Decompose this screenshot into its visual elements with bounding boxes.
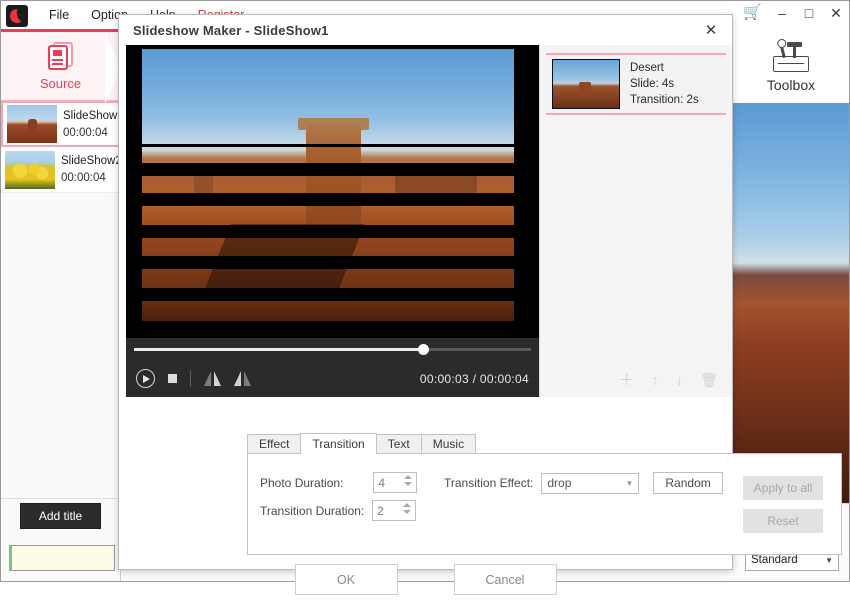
- seek-bar-row[interactable]: [126, 338, 539, 360]
- media-item-duration: 00:00:04: [63, 127, 124, 139]
- ok-button[interactable]: OK: [295, 564, 398, 595]
- media-thumbnail: [5, 151, 55, 189]
- apply-to-all-button[interactable]: Apply to all: [743, 476, 823, 500]
- add-icon[interactable]: ＋: [619, 373, 634, 388]
- sidebar: Source SlideShow1 00:00:04 SlideShow2 00…: [1, 29, 121, 581]
- window-controls: 🛒 – □ ✕: [743, 5, 843, 20]
- photo-duration-row: Photo Duration: 4: [260, 472, 417, 493]
- transition-blind: [126, 144, 539, 147]
- play-icon[interactable]: [136, 369, 155, 388]
- dialog-title: Slideshow Maker - SlideShow1: [133, 23, 329, 38]
- tab-transition[interactable]: Transition: [300, 433, 376, 454]
- add-title-row: Add title: [1, 498, 120, 533]
- transition-blind: [126, 288, 539, 301]
- tab-strip: Effect Transition Text Music: [247, 433, 842, 454]
- media-list-item[interactable]: SlideShow1 00:00:04: [1, 101, 120, 147]
- transition-effect-label: Transition Effect:: [444, 476, 533, 490]
- slide-name: Desert: [630, 62, 699, 74]
- sidebar-item-source[interactable]: Source: [1, 29, 120, 101]
- slide-thumbnail: [552, 59, 620, 109]
- random-button[interactable]: Random: [653, 472, 722, 494]
- photo-duration-value: 4: [378, 476, 385, 490]
- toolbox-button[interactable]: Toolbox: [739, 35, 843, 99]
- transition-blind: [126, 225, 539, 238]
- toolbox-label: Toolbox: [767, 77, 815, 93]
- media-item-duration: 00:00:04: [61, 172, 122, 184]
- source-document-icon: [48, 42, 74, 70]
- title-input[interactable]: [9, 545, 115, 571]
- preview-pane: 00:00:03 / 00:00:04: [126, 45, 539, 397]
- tab-effect[interactable]: Effect: [247, 434, 301, 454]
- transition-blind: [126, 321, 539, 338]
- quality-select-value: Standard: [751, 554, 798, 566]
- cancel-button[interactable]: Cancel: [454, 564, 557, 595]
- slide-list-pane: Desert Slide: 4s Transition: 2s ＋ ↑ ↓ 🗑: [539, 45, 732, 397]
- transition-blind: [126, 256, 539, 269]
- slide-transition: Transition: 2s: [630, 94, 699, 106]
- transition-blind: [126, 193, 539, 206]
- slide-duration: Slide: 4s: [630, 78, 699, 90]
- transition-effect-value: drop: [547, 476, 571, 490]
- transition-blind: [126, 163, 539, 176]
- dialog-footer: OK Cancel: [119, 558, 732, 601]
- delete-icon[interactable]: 🗑: [700, 373, 718, 387]
- move-up-icon[interactable]: ↑: [651, 373, 659, 388]
- transition-duration-label: Transition Duration:: [260, 504, 364, 518]
- reset-button[interactable]: Reset: [743, 509, 823, 533]
- transition-effect-row: Transition Effect: drop ▼ Random: [444, 472, 723, 494]
- minimize-button[interactable]: –: [775, 6, 789, 20]
- transition-duration-stepper[interactable]: 2: [372, 500, 416, 521]
- photo-duration-stepper[interactable]: 4: [373, 472, 417, 493]
- toolbox-icon: [771, 42, 811, 72]
- transition-duration-row: Transition Duration: 2: [260, 500, 416, 521]
- source-label: Source: [40, 76, 81, 91]
- dialog-body: 00:00:03 / 00:00:04 Desert Slide: 4s Tra…: [119, 45, 732, 569]
- close-button[interactable]: ✕: [829, 6, 843, 20]
- media-item-name: SlideShow2: [61, 155, 122, 167]
- seek-slider-handle[interactable]: [418, 344, 429, 355]
- seek-slider[interactable]: [134, 348, 531, 351]
- flip-horizontal-icon[interactable]: [204, 371, 221, 386]
- dialog-close-icon[interactable]: ✕: [698, 18, 724, 42]
- menu-item-file[interactable]: File: [38, 4, 80, 26]
- tab-music[interactable]: Music: [421, 434, 476, 454]
- time-display: 00:00:03 / 00:00:04: [420, 372, 529, 386]
- move-down-icon[interactable]: ↓: [676, 373, 684, 388]
- chevron-down-icon: ▼: [825, 556, 833, 565]
- slide-list-item[interactable]: Desert Slide: 4s Transition: 2s: [546, 53, 726, 115]
- transition-tab-content: Photo Duration: 4 Transition Duration: 2…: [247, 453, 842, 555]
- tab-text[interactable]: Text: [376, 434, 422, 454]
- media-item-name: SlideShow1: [63, 110, 124, 122]
- transition-duration-value: 2: [377, 504, 384, 518]
- apply-reset-stack: Apply to all Reset: [743, 476, 823, 533]
- dialog-header: Slideshow Maker - SlideShow1 ✕: [119, 15, 732, 45]
- media-list-item[interactable]: SlideShow2 00:00:04: [1, 147, 120, 193]
- add-title-button[interactable]: Add title: [20, 503, 101, 529]
- stop-icon[interactable]: [168, 374, 177, 383]
- preview-stage: [126, 45, 539, 338]
- control-divider: [190, 370, 191, 387]
- shopping-cart-icon[interactable]: 🛒: [743, 5, 762, 20]
- flip-vertical-icon[interactable]: [234, 371, 251, 386]
- maximize-button[interactable]: □: [802, 6, 816, 20]
- slide-list-toolbar: ＋ ↑ ↓ 🗑: [540, 363, 732, 397]
- slideshow-maker-dialog: Slideshow Maker - SlideShow1 ✕: [118, 14, 733, 570]
- tab-panel: Effect Transition Text Music Photo Durat…: [247, 433, 842, 555]
- transition-effect-select[interactable]: drop ▼: [541, 473, 639, 494]
- app-logo-icon: [6, 5, 28, 27]
- photo-duration-label: Photo Duration:: [260, 476, 343, 490]
- transition-blind: [126, 45, 539, 49]
- chevron-down-icon: ▼: [625, 479, 633, 488]
- media-thumbnail: [7, 105, 57, 143]
- player-controls: 00:00:03 / 00:00:04: [126, 360, 539, 397]
